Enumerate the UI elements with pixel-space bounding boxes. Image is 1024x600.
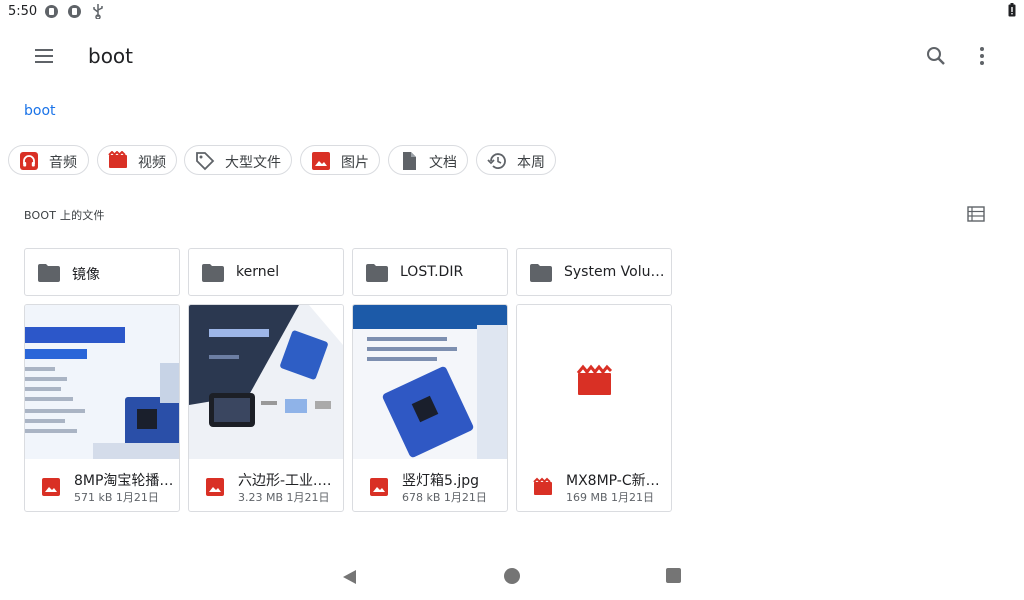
file-meta: 678 kB 1月21日 bbox=[402, 491, 487, 504]
document-icon bbox=[403, 152, 416, 170]
folder-item[interactable]: System Volu… bbox=[516, 248, 672, 296]
video-file-icon bbox=[533, 477, 552, 495]
file-meta: 3.23 MB 1月21日 bbox=[238, 491, 330, 504]
file-meta: 571 kB 1月21日 bbox=[74, 491, 159, 504]
app-toolbar: boot bbox=[0, 24, 1024, 88]
file-name: MX8MP-C新… bbox=[566, 473, 660, 489]
file-meta: 169 MB 1月21日 bbox=[566, 491, 655, 504]
folder-item[interactable]: kernel bbox=[188, 248, 344, 296]
chip-this-week[interactable]: 本周 bbox=[476, 145, 556, 175]
folder-icon bbox=[530, 264, 552, 282]
file-item[interactable]: 竖灯箱5.jpg 678 kB 1月21日 bbox=[352, 304, 508, 512]
status-bar: 5:50 bbox=[0, 0, 1024, 24]
folder-icon bbox=[366, 264, 388, 282]
back-icon[interactable] bbox=[340, 568, 358, 586]
file-thumbnail bbox=[189, 305, 343, 459]
file-item[interactable]: 8MP淘宝轮播… 571 kB 1月21日 bbox=[24, 304, 180, 512]
home-icon[interactable] bbox=[504, 568, 520, 584]
usb-icon bbox=[93, 4, 103, 19]
notification-icon bbox=[45, 5, 58, 18]
file-item[interactable]: 六边形-工业.… 3.23 MB 1月21日 bbox=[188, 304, 344, 512]
more-options-icon[interactable] bbox=[966, 38, 998, 74]
file-thumbnail bbox=[25, 305, 179, 459]
notification-icon bbox=[68, 5, 81, 18]
chip-video[interactable]: 视频 bbox=[97, 145, 177, 175]
file-item[interactable]: MX8MP-C新… 169 MB 1月21日 bbox=[516, 304, 672, 512]
file-name: 竖灯箱5.jpg bbox=[402, 473, 480, 489]
folder-name: 镜像 bbox=[72, 267, 100, 283]
folder-name: kernel bbox=[236, 264, 280, 280]
chip-audio[interactable]: 音频 bbox=[8, 145, 89, 175]
folder-icon bbox=[202, 264, 224, 282]
search-icon[interactable] bbox=[918, 38, 954, 74]
file-thumbnail bbox=[353, 305, 507, 459]
history-icon bbox=[487, 153, 506, 169]
file-name: 六边形-工业.… bbox=[238, 473, 332, 489]
breadcrumb[interactable]: boot bbox=[24, 103, 56, 119]
image-icon bbox=[312, 152, 330, 170]
list-view-icon[interactable] bbox=[962, 202, 990, 226]
chip-images[interactable]: 图片 bbox=[300, 145, 380, 175]
image-file-icon bbox=[206, 478, 224, 496]
folder-name: LOST.DIR bbox=[400, 264, 464, 280]
chip-large-files[interactable]: 大型文件 bbox=[184, 145, 292, 175]
image-file-icon bbox=[42, 478, 60, 496]
status-time: 5:50 bbox=[8, 4, 38, 19]
system-nav-bar bbox=[0, 552, 1024, 600]
recents-icon[interactable] bbox=[666, 568, 681, 583]
video-icon bbox=[108, 151, 127, 168]
battery-icon bbox=[1008, 3, 1016, 17]
page-title: boot bbox=[88, 44, 134, 68]
menu-icon[interactable] bbox=[24, 38, 64, 74]
file-thumbnail bbox=[517, 305, 671, 459]
folder-item[interactable]: LOST.DIR bbox=[352, 248, 508, 296]
chip-documents[interactable]: 文档 bbox=[388, 145, 468, 175]
headphones-icon bbox=[20, 152, 38, 170]
tag-icon bbox=[196, 152, 215, 171]
folder-icon bbox=[38, 264, 60, 282]
section-title: BOOT 上的文件 bbox=[24, 209, 105, 222]
image-file-icon bbox=[370, 478, 388, 496]
folder-item[interactable]: 镜像 bbox=[24, 248, 180, 296]
folder-name: System Volu… bbox=[564, 264, 664, 280]
file-name: 8MP淘宝轮播… bbox=[74, 473, 172, 489]
